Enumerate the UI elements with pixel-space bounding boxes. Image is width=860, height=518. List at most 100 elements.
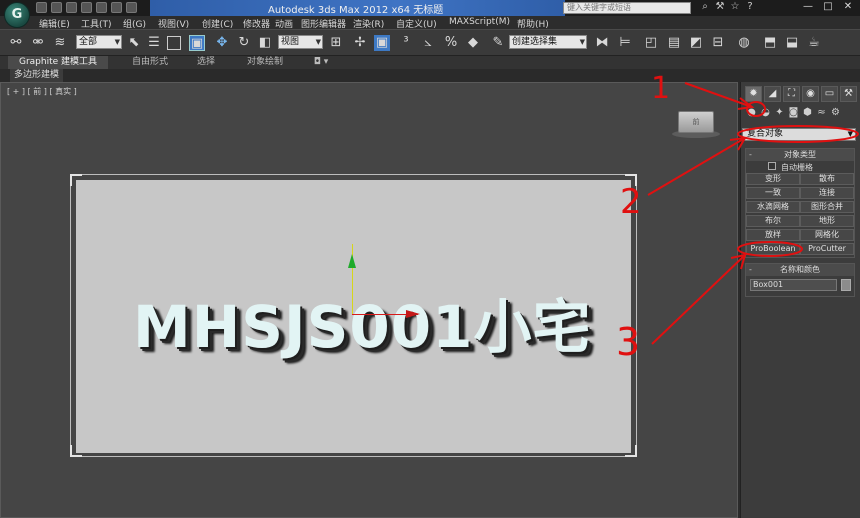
render-setup-icon[interactable]: ⬒ (762, 35, 778, 51)
main-toolbar: ⚯ ⚮ ≋ 全部 ▼ ⬉ ☰ ▣ ✥ ↻ ◧ 视图 ▼ ⊞ ✢ ▣ ³ ⦣ % … (0, 29, 860, 56)
autogrid-label: 自动栅格 (781, 163, 813, 172)
loft-button[interactable]: 放样 (746, 229, 800, 241)
object-type-header[interactable]: - 对象类型 (746, 149, 854, 161)
object-category-dropdown[interactable]: 复合对象 ▼ (742, 128, 856, 141)
mesher-button[interactable]: 网格化 (800, 229, 854, 241)
angle-snap-icon[interactable]: ⦣ (420, 35, 436, 51)
procutter-button[interactable]: ProCutter (800, 243, 854, 255)
cameras-icon[interactable]: ◙ (787, 106, 800, 119)
unlink-icon[interactable]: ⚮ (30, 35, 46, 51)
helpers-icon[interactable]: ⬢ (801, 106, 814, 119)
lights-icon[interactable]: ✦ (773, 106, 786, 119)
space-warps-icon[interactable]: ≈ (815, 106, 828, 119)
tab-graphite-modeling[interactable]: Graphite 建模工具 (8, 56, 108, 69)
object-color-swatch[interactable] (841, 279, 851, 291)
select-and-move-icon[interactable]: ✥ (214, 35, 230, 51)
create-tab-icon[interactable]: ✹ (745, 86, 762, 102)
wrench-icon[interactable]: ⚒ (715, 2, 725, 12)
graphite-toggle-icon[interactable]: ▤ (666, 35, 682, 51)
reference-coordinate-dropdown[interactable]: 视图 ▼ (278, 35, 323, 49)
spinner-snap-icon[interactable]: ◆ (465, 35, 481, 51)
select-and-manipulate-icon[interactable]: ✢ (352, 35, 368, 51)
search-input[interactable]: 键入关键字或短语 (563, 2, 691, 14)
viewcube[interactable]: 前 (678, 111, 714, 133)
menu-maxscript[interactable]: MAXScript(M) (449, 17, 510, 27)
polygon-modeling-panel[interactable]: 多边形建模 (10, 69, 64, 82)
connect-button[interactable]: 连接 (800, 187, 854, 199)
material-editor-icon[interactable]: ◍ (736, 35, 752, 51)
select-and-scale-icon[interactable]: ◧ (257, 35, 273, 51)
rendered-frame-window-icon[interactable]: ⬓ (784, 35, 800, 51)
binoculars-icon[interactable]: ⌕ (700, 2, 710, 12)
undo-icon[interactable] (81, 2, 92, 13)
maximize-button[interactable]: □ (820, 1, 836, 14)
terrain-button[interactable]: 地形 (800, 215, 854, 227)
star-icon[interactable]: ☆ (730, 2, 740, 12)
snaps-toggle-icon[interactable]: ³ (398, 35, 414, 51)
pivot-center-icon[interactable]: ⊞ (328, 35, 344, 51)
render-production-icon[interactable]: ☕ (806, 35, 822, 51)
name-color-header[interactable]: - 名称和颜色 (746, 264, 854, 276)
link-icon[interactable]: ⚯ (8, 35, 24, 51)
layer-manager-icon[interactable]: ◰ (643, 35, 659, 51)
gizmo-y-arrow-icon[interactable] (348, 254, 356, 268)
mirror-icon[interactable]: ⧓ (594, 35, 610, 51)
rectangular-selection-icon[interactable] (167, 36, 181, 50)
window-crossing-icon[interactable]: ▣ (189, 35, 205, 51)
frame-corner (70, 445, 82, 457)
frame-corner (70, 174, 82, 186)
geometry-icon[interactable]: ● (745, 106, 758, 119)
project-folder-icon[interactable] (111, 2, 122, 13)
proboolean-button[interactable]: ProBoolean (746, 243, 800, 255)
named-selection-dropdown[interactable]: 创建选择集 ▼ (509, 35, 587, 49)
info-center-tools: ⌕ ⚒ ☆ ? (700, 2, 755, 12)
align-icon[interactable]: ⊨ (617, 35, 633, 51)
utilities-tab-icon[interactable]: ⚒ (840, 86, 857, 102)
quick-access-dropdown-icon[interactable] (126, 2, 137, 13)
systems-icon[interactable]: ⚙ (829, 106, 842, 119)
new-file-icon[interactable] (36, 2, 47, 13)
curve-editor-icon[interactable]: ◩ (688, 35, 704, 51)
command-panel-tabs: ✹ ◢ ⛶ ◉ ▭ ⚒ (745, 86, 857, 102)
open-file-icon[interactable] (51, 2, 62, 13)
blobmesh-button[interactable]: 水滴网格 (746, 201, 800, 213)
viewport-label[interactable]: [ + ] [ 前 ] [ 真实 ] (7, 86, 77, 97)
boolean-button[interactable]: 布尔 (746, 215, 800, 227)
object-name-field[interactable]: Box001 (750, 279, 837, 291)
select-by-name-icon[interactable]: ☰ (146, 35, 162, 51)
morph-button[interactable]: 变形 (746, 173, 800, 185)
app-menu-button[interactable]: G (4, 2, 30, 28)
tab-freeform[interactable]: 自由形式 (120, 56, 180, 69)
close-button[interactable]: ✕ (840, 1, 856, 14)
help-icon[interactable]: ? (745, 2, 755, 12)
modify-tab-icon[interactable]: ◢ (764, 86, 781, 102)
shapemerge-button[interactable]: 图形合并 (800, 201, 854, 213)
bind-space-warp-icon[interactable]: ≋ (52, 35, 68, 51)
percent-snap-icon[interactable]: % (443, 35, 459, 51)
tab-object-paint[interactable]: 对象绘制 (240, 56, 290, 69)
selection-filter-dropdown[interactable]: 全部 ▼ (76, 35, 122, 49)
collapse-icon: - (749, 265, 752, 274)
chevron-down-icon: ▼ (114, 38, 120, 46)
select-and-rotate-icon[interactable]: ↻ (236, 35, 252, 51)
minimize-button[interactable]: — (800, 1, 816, 14)
tab-selection[interactable]: 选择 (186, 56, 226, 69)
autogrid-checkbox[interactable] (768, 162, 776, 170)
save-file-icon[interactable] (66, 2, 77, 13)
shapes-icon[interactable]: ◒ (759, 106, 772, 119)
select-object-icon[interactable]: ⬉ (126, 35, 142, 51)
gizmo-x-arrow-icon[interactable] (406, 310, 420, 318)
chevron-down-icon: ▼ (579, 38, 585, 46)
keyboard-shortcut-override-icon[interactable]: ▣ (374, 35, 390, 51)
edit-named-selection-icon[interactable]: ✎ (490, 35, 506, 51)
schematic-view-icon[interactable]: ⊟ (710, 35, 726, 51)
chevron-down-icon: ▼ (315, 38, 321, 46)
conform-button[interactable]: 一致 (746, 187, 800, 199)
redo-icon[interactable] (96, 2, 107, 13)
display-tab-icon[interactable]: ▭ (821, 86, 838, 102)
scatter-button[interactable]: 散布 (800, 173, 854, 185)
motion-tab-icon[interactable]: ◉ (802, 86, 819, 102)
hierarchy-tab-icon[interactable]: ⛶ (783, 86, 800, 102)
ribbon-options-button[interactable]: ◘ ▾ (306, 56, 336, 69)
scene-text-object[interactable]: MHSJS001小宅 (133, 280, 591, 364)
